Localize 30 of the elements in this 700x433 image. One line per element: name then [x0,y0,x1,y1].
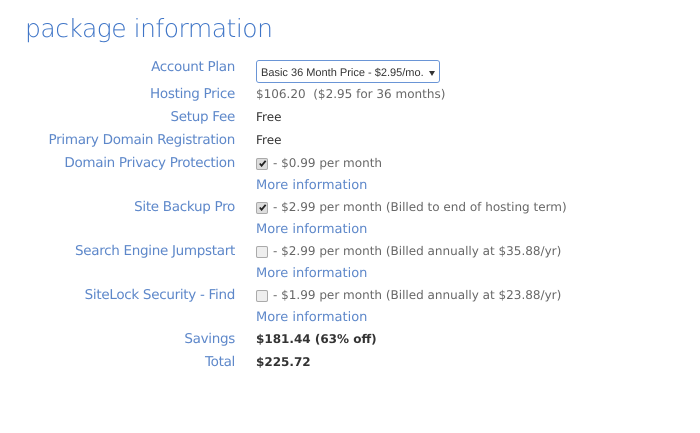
section-heading: package information [25,14,274,43]
checkbox[interactable] [256,202,268,214]
field-label: Account Plan [151,59,235,75]
field-label: Site Backup Pro [134,199,235,215]
caret-icon [428,70,435,76]
more-information-link[interactable]: More information [256,222,368,237]
checkbox[interactable] [256,246,268,258]
field-value: $106.20 ($2.95 for 36 months) [256,87,446,101]
field-label: Domain Privacy Protection [64,155,235,171]
field-value: $225.72 [256,355,311,369]
addon-price: - $2.99 per month (Billed annually at $35.88/yr) [273,243,562,260]
field-value: Free [256,133,282,147]
field-label: SiteLock Security - Find [84,287,235,303]
field-value: $181.44 (63% off) [256,332,377,346]
more-information-link[interactable]: More information [256,310,368,325]
checkbox[interactable] [256,290,268,302]
checkbox[interactable] [256,158,268,170]
addon-price: - $2.99 per month (Billed to end of hosting term) [273,199,567,216]
field-label: Savings [184,331,235,347]
addon-price: - $0.99 per month [273,155,382,172]
field-label: Total [204,354,235,370]
field-label: Primary Domain Registration [48,132,235,148]
more-information-link[interactable]: More information [256,266,368,281]
field-label: Search Engine Jumpstart [74,243,235,259]
field-label: Setup Fee [170,109,235,125]
more-information-link[interactable]: More information [256,178,368,193]
field-label: Hosting Price [150,86,235,102]
plan-dropdown[interactable]: Basic 36 Month Price - $2.95/mo. [256,60,440,83]
addon-price: - $1.99 per month (Billed annually at $23.88/yr) [273,287,562,304]
field-value: Free [256,110,282,124]
